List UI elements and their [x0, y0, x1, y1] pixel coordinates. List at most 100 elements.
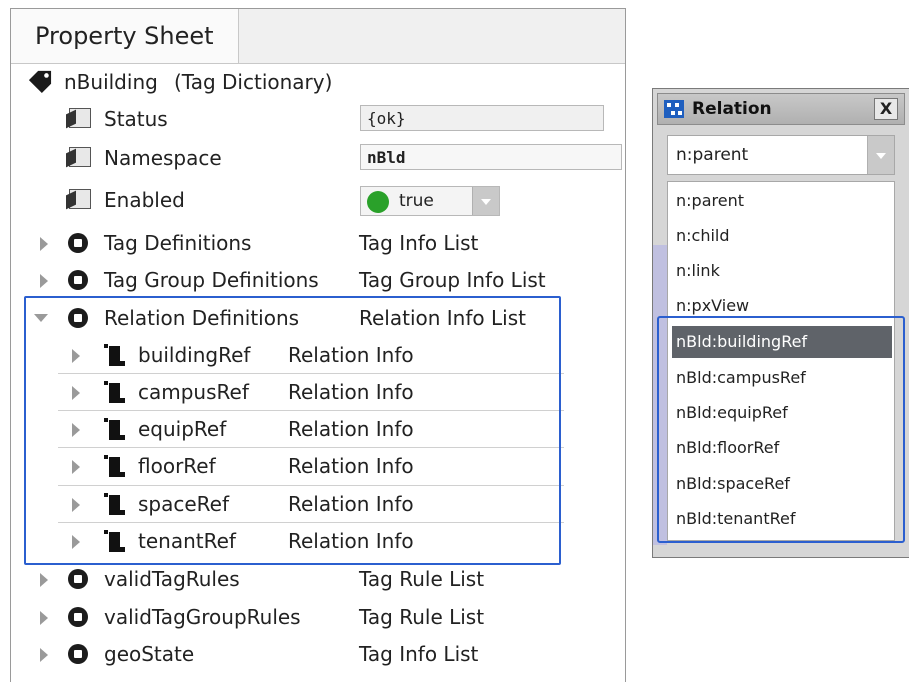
namespace-label: Namespace [104, 146, 222, 170]
relation-option[interactable]: nBld:spaceRef [668, 467, 894, 501]
relation-name: buildingRef [138, 343, 251, 367]
relation-row[interactable]: tenantRef Relation Info [10, 523, 622, 559]
expand-arrow-icon[interactable] [72, 535, 80, 549]
folder-icon [68, 569, 88, 589]
relation-name: tenantRef [138, 529, 236, 553]
relation-option[interactable]: nBld:campusRef [668, 361, 894, 395]
folder-icon [68, 233, 88, 253]
relation-option-selected[interactable]: nBld:buildingRef [672, 326, 892, 358]
relation-option[interactable]: n:child [668, 219, 894, 253]
relation-type: Relation Info [288, 492, 414, 516]
enabled-value: true [399, 191, 434, 211]
property-icon [66, 108, 92, 129]
expand-arrow-icon[interactable] [72, 423, 80, 437]
enabled-select[interactable]: true [360, 186, 500, 216]
status-row: Status {ok} [10, 101, 622, 137]
relation-dialog: Relation X n:parent n:parent n:child n:l… [652, 88, 909, 558]
folder-icon [68, 270, 88, 290]
relation-option[interactable]: nBld:tenantRef [668, 502, 894, 536]
relation-type: Relation Info [288, 529, 414, 553]
tree-row-type: Tag Group Info List [359, 268, 546, 292]
relation-type: Relation Info [288, 417, 414, 441]
tree-row-name: Relation Definitions [104, 306, 300, 330]
expand-arrow-icon[interactable] [72, 349, 80, 363]
relation-type: Relation Info [288, 380, 414, 404]
folder-icon [68, 308, 88, 328]
root-type: (Tag Dictionary) [174, 70, 333, 94]
tag-icon [28, 70, 52, 93]
status-dot-icon [367, 191, 389, 213]
expand-arrow-icon[interactable] [72, 498, 80, 512]
relation-row[interactable]: spaceRef Relation Info [10, 486, 622, 522]
tree-row-type: Tag Info List [359, 642, 479, 666]
tree-row[interactable]: validTagGroupRules Tag Rule List [10, 599, 622, 635]
relation-options-list[interactable]: n:parent n:child n:link n:pxView nBld:bu… [667, 181, 895, 541]
relation-icon [104, 418, 126, 440]
tree-row-type: Tag Info List [359, 231, 479, 255]
relation-icon [104, 344, 126, 366]
relation-row[interactable]: equipRef Relation Info [10, 411, 622, 447]
chevron-down-icon[interactable] [472, 187, 499, 215]
background-stripe [653, 245, 667, 545]
expand-arrow-icon[interactable] [72, 460, 80, 474]
relation-combo-value: n:parent [676, 145, 749, 165]
collapse-arrow-icon[interactable] [34, 314, 48, 322]
relation-icon [104, 493, 126, 515]
folder-icon [68, 607, 88, 627]
expand-arrow-icon[interactable] [40, 274, 48, 288]
tree-row[interactable]: Tag Definitions Tag Info List [10, 225, 622, 261]
tree-row-name: validTagGroupRules [104, 605, 301, 629]
relation-icon [104, 455, 126, 477]
expand-arrow-icon[interactable] [40, 573, 48, 587]
expand-arrow-icon[interactable] [40, 648, 48, 662]
relation-option[interactable]: nBld:floorRef [668, 431, 894, 465]
relation-combo[interactable]: n:parent [667, 135, 895, 175]
expand-arrow-icon[interactable] [72, 386, 80, 400]
expand-arrow-icon[interactable] [40, 611, 48, 625]
relation-row[interactable]: campusRef Relation Info [10, 374, 622, 410]
relation-name: campusRef [138, 380, 249, 404]
relation-type: Relation Info [288, 454, 414, 478]
status-field: {ok} [360, 105, 604, 131]
property-icon [66, 189, 92, 210]
tree-row-name: validTagRules [104, 567, 240, 591]
relation-option[interactable]: nBld:equipRef [668, 396, 894, 430]
root-row[interactable]: nBuilding (Tag Dictionary) [10, 64, 622, 100]
relation-icon [104, 381, 126, 403]
relation-name: floorRef [138, 454, 216, 478]
tree-row-name: Tag Definitions [104, 231, 252, 255]
tree-row[interactable]: Tag Group Definitions Tag Group Info Lis… [10, 262, 622, 298]
tree-row[interactable]: geoState Tag Info List [10, 636, 622, 672]
relation-option[interactable]: n:parent [668, 184, 894, 218]
tree-row-type: Tag Rule List [359, 605, 485, 629]
tree-row[interactable]: validTagRules Tag Rule List [10, 561, 622, 597]
folder-icon [68, 644, 88, 664]
tab-bar: Property Sheet [11, 9, 625, 64]
status-label: Status [104, 107, 168, 131]
relation-row[interactable]: floorRef Relation Info [10, 448, 622, 484]
relation-option[interactable]: n:link [668, 254, 894, 288]
relation-definitions-row[interactable]: Relation Definitions Relation Info List [10, 300, 622, 336]
relation-option[interactable]: n:pxView [668, 289, 894, 323]
relation-name: equipRef [138, 417, 227, 441]
tree-row-type: Tag Rule List [359, 567, 485, 591]
root-name: nBuilding [64, 70, 158, 94]
dialog-title-bar[interactable]: Relation X [657, 93, 905, 125]
namespace-input[interactable]: nBld [360, 144, 622, 170]
dialog-title: Relation [692, 99, 772, 119]
chevron-down-icon[interactable] [867, 136, 894, 174]
enabled-row: Enabled true [10, 182, 622, 218]
expand-arrow-icon[interactable] [40, 237, 48, 251]
tree-row-type: Relation Info List [359, 306, 526, 330]
namespace-row: Namespace nBld [10, 140, 622, 176]
relation-dialog-icon [664, 100, 684, 118]
enabled-label: Enabled [104, 188, 185, 212]
relation-icon [104, 530, 126, 552]
tree-row-name: Tag Group Definitions [104, 268, 319, 292]
property-icon [66, 147, 92, 168]
relation-name: spaceRef [138, 492, 230, 516]
tab-property-sheet[interactable]: Property Sheet [11, 9, 239, 63]
relation-type: Relation Info [288, 343, 414, 367]
relation-row[interactable]: buildingRef Relation Info [10, 337, 622, 373]
close-button[interactable]: X [874, 98, 898, 120]
